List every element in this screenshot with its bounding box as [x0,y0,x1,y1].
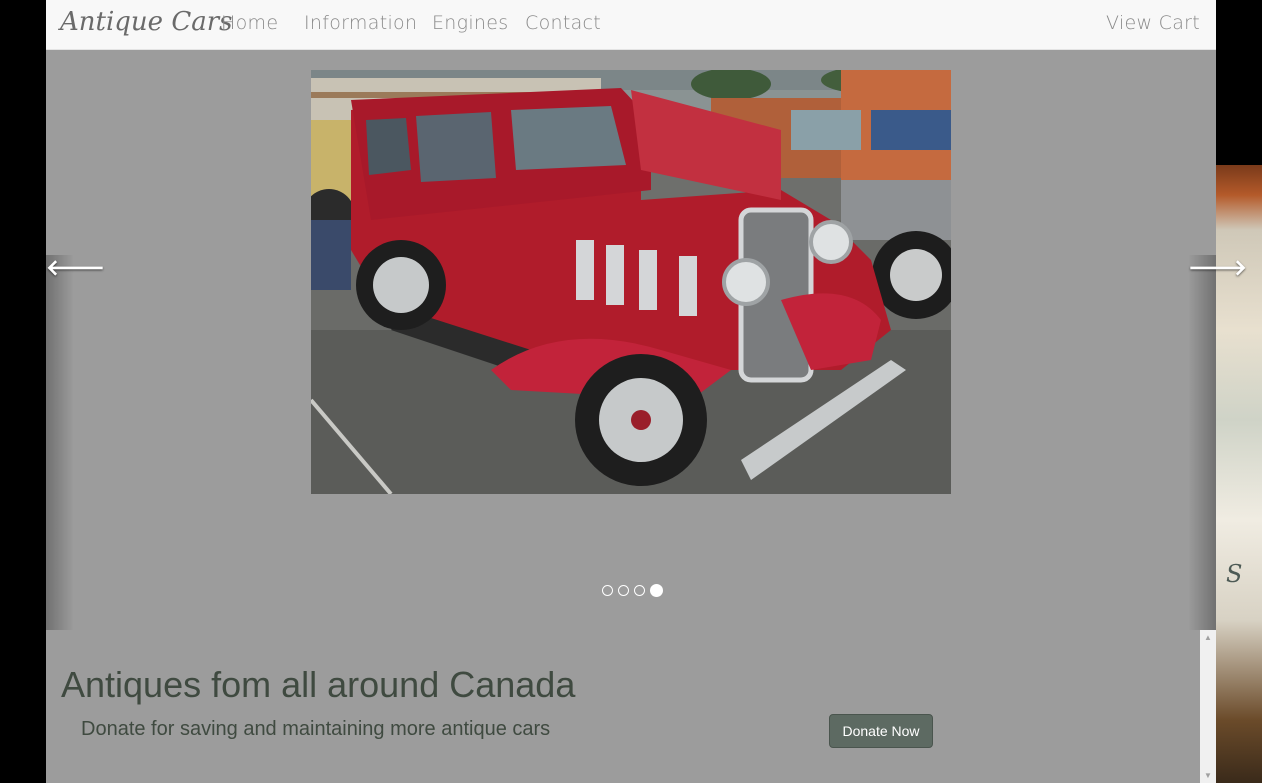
donate-description: Donate for saving and maintaining more a… [81,718,551,740]
background-script-lettering: S [1226,560,1243,588]
red-vintage-car-photo [311,70,951,494]
carousel-next-control[interactable]: 🡒 [1188,255,1247,630]
carousel-slide-image [311,70,951,494]
brand-logo[interactable]: Antique Cars [60,7,233,37]
background-photo-peek: S [1216,0,1262,783]
page-container: Antique Cars Home Information Engines Co… [46,0,1247,783]
arrow-left-icon: 🡐 [46,256,105,281]
image-carousel: 🡐 🡒 [46,50,1247,630]
nav-link-engines[interactable]: Engines [432,12,508,34]
vertical-scrollbar[interactable]: ▲ ▼ [1200,630,1216,783]
view-cart-link[interactable]: View Cart [1106,12,1200,34]
top-navbar: Antique Cars Home Information Engines Co… [46,0,1216,50]
scroll-down-icon[interactable]: ▼ [1200,771,1216,780]
nav-link-information[interactable]: Information [304,12,417,34]
nav-link-contact[interactable]: Contact [525,12,601,34]
nav-link-home[interactable]: Home [221,12,278,34]
arrow-right-icon: 🡒 [1188,255,1247,281]
carousel-indicators [602,582,668,598]
donate-now-button[interactable]: Donate Now [829,714,933,748]
scroll-up-icon[interactable]: ▲ [1200,633,1216,642]
jumbotron: Antiques fom all around Canada Donate fo… [46,630,1200,783]
carousel-indicator-3[interactable] [634,585,645,597]
headline: Antiques fom all around Canada [61,664,576,705]
carousel-prev-control[interactable]: 🡐 [46,255,105,630]
carousel-indicator-4[interactable] [650,584,663,598]
carousel-indicator-1[interactable] [602,585,613,597]
carousel-indicator-2[interactable] [618,585,629,597]
